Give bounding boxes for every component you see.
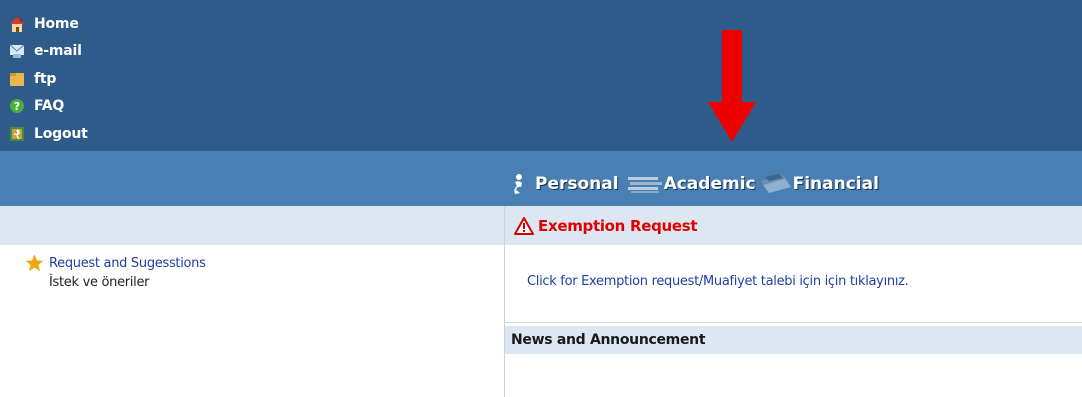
nav-item-logout[interactable]: Logout: [9, 120, 88, 148]
nav-label-logout: Logout: [34, 125, 88, 142]
tab-academic-label: Academic: [663, 174, 756, 194]
person-icon: [514, 174, 522, 194]
nav-label-home: Home: [34, 15, 79, 32]
mail-icon: [9, 42, 25, 60]
logout-icon: [9, 125, 25, 143]
request-suggestions-link[interactable]: Request and Sugesstions: [49, 256, 206, 271]
exemption-request-link[interactable]: Click for Exemption request/Muafiyet tal…: [527, 274, 909, 289]
exemption-title: Exemption Request: [538, 216, 698, 235]
tab-financial-label: Financial: [792, 174, 879, 194]
top-header: [0, 0, 1082, 151]
help-icon: ?: [9, 97, 25, 115]
books-icon: [627, 177, 662, 193]
tab-personal-label: Personal: [535, 174, 619, 194]
news-header: News and Announcement: [505, 326, 1082, 354]
tab-financial[interactable]: Financial: [759, 173, 879, 195]
section-separator: [505, 322, 1082, 323]
exemption-header: Exemption Request: [505, 206, 1082, 245]
nav-item-faq[interactable]: ? FAQ: [9, 93, 88, 121]
money-icon: [760, 174, 791, 193]
tab-academic[interactable]: Academic: [627, 174, 756, 194]
nav-label-faq: FAQ: [34, 98, 65, 115]
left-panel-header: [0, 206, 505, 245]
nav-label-ftp: ftp: [34, 70, 57, 87]
request-suggestions-subtitle: İstek ve öneriler: [49, 275, 150, 290]
main-tabs: Personal Academic Financial: [512, 173, 879, 195]
nav-item-ftp[interactable]: ftp: [9, 65, 88, 93]
nav-item-home[interactable]: Home: [9, 10, 88, 38]
nav-item-email[interactable]: e-mail: [9, 38, 88, 66]
warning-icon: [514, 216, 534, 235]
star-icon: [25, 254, 44, 272]
house-icon: [9, 15, 25, 33]
nav-label-email: e-mail: [34, 43, 82, 60]
news-title: News and Announcement: [511, 332, 706, 348]
folder-icon: [9, 70, 25, 88]
tab-personal[interactable]: Personal: [512, 173, 619, 195]
top-nav: Home e-mail ftp ? FAQ Logout: [9, 10, 88, 148]
red-down-arrow-icon: [708, 30, 756, 142]
svg-text:?: ?: [14, 100, 20, 113]
request-block: Request and Sugesstions İstek ve önerile…: [25, 254, 206, 290]
